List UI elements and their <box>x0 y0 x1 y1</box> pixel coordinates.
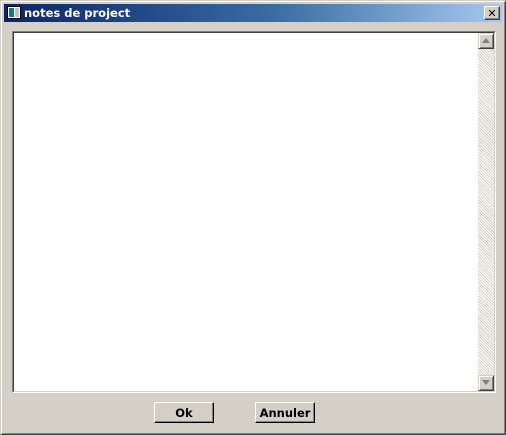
app-window-icon <box>7 6 21 19</box>
notes-text-area-inner <box>13 32 495 392</box>
ok-button[interactable]: Ok <box>154 402 214 423</box>
scroll-down-button[interactable] <box>478 375 494 391</box>
vertical-scrollbar[interactable] <box>478 33 494 391</box>
scroll-up-button[interactable] <box>478 33 494 49</box>
window-title: notes de project <box>24 6 131 20</box>
arrow-up-icon <box>482 38 490 43</box>
notes-textarea[interactable] <box>14 33 476 391</box>
title-bar[interactable]: notes de project ✕ <box>4 4 502 22</box>
close-button[interactable]: ✕ <box>484 6 500 20</box>
cancel-button[interactable]: Annuler <box>255 402 315 423</box>
notes-text-area-frame <box>12 31 496 393</box>
notes-dialog-window: notes de project ✕ Ok Annuler <box>0 0 506 435</box>
arrow-down-icon <box>482 380 490 385</box>
